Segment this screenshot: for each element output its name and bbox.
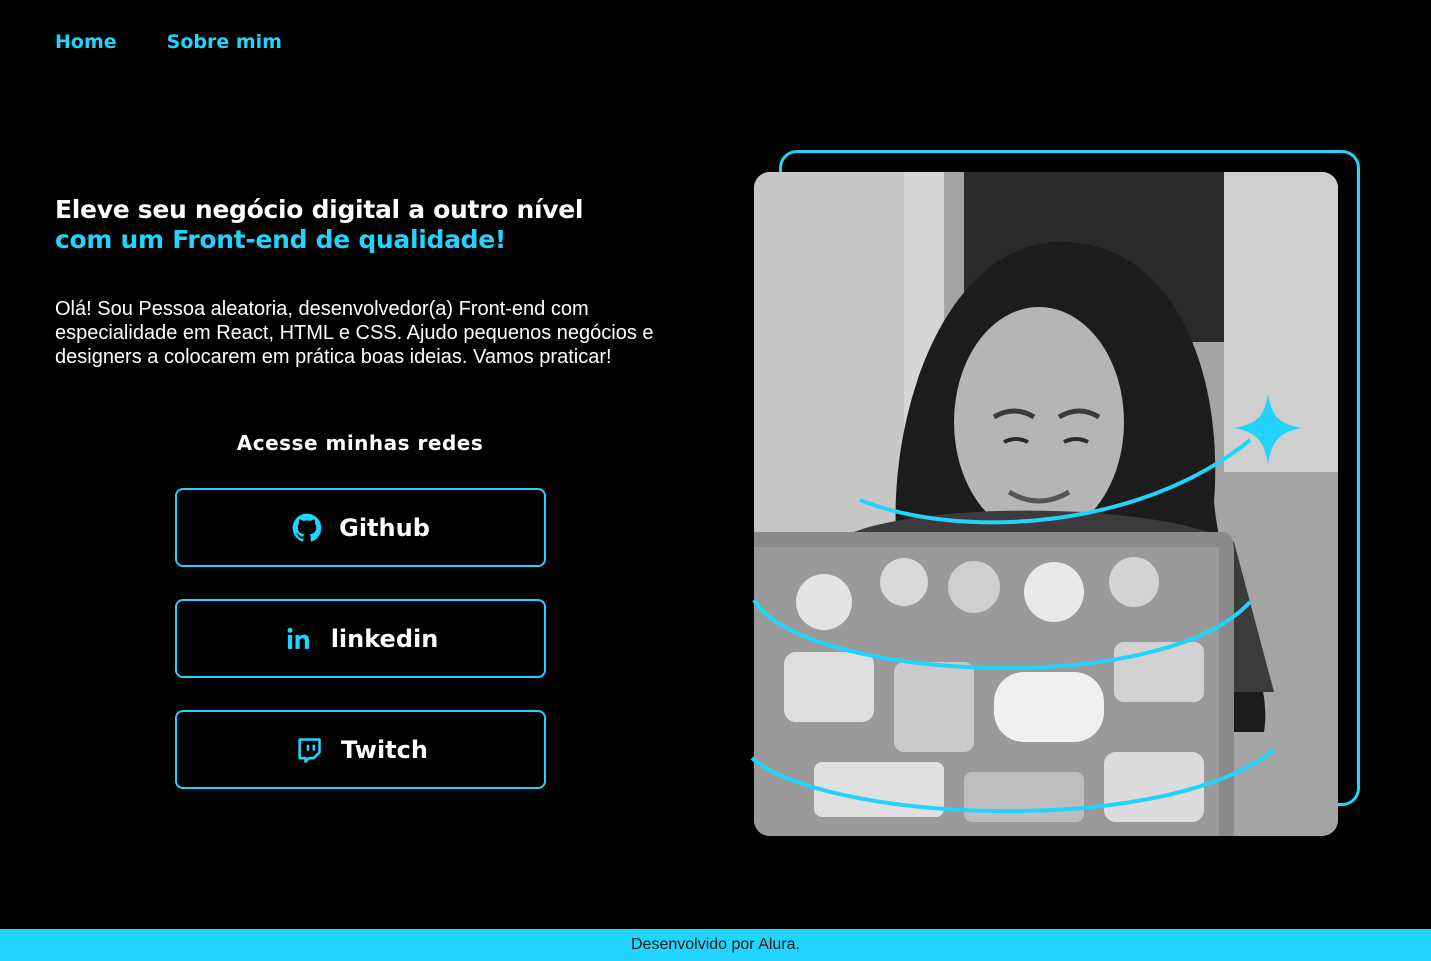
nav-link-home[interactable]: Home xyxy=(55,31,117,53)
twitch-button-label: Twitch xyxy=(341,735,428,764)
main-nav: Home Sobre mim xyxy=(55,31,282,53)
linkedin-button[interactable]: linkedin xyxy=(175,599,546,678)
social-title: Acesse minhas redes xyxy=(236,431,484,455)
hero-intro-text: Olá! Sou Pessoa aleatoria, desenvolvedor… xyxy=(55,298,654,368)
github-icon xyxy=(291,512,323,544)
page: Home Sobre mim Eleve seu negócio digital… xyxy=(0,0,1431,961)
hero-headline-line2: com um Front-end de qualidade! xyxy=(55,225,507,254)
github-button-label: Github xyxy=(339,513,430,542)
linkedin-button-label: linkedin xyxy=(330,624,439,653)
twitch-icon xyxy=(293,734,325,766)
nav-link-sobre-mim[interactable]: Sobre mim xyxy=(167,31,282,53)
footer-text: Desenvolvido por Alura. xyxy=(631,936,800,953)
hero-headline: Eleve seu negócio digital a outro nível … xyxy=(55,195,695,255)
twitch-button[interactable]: Twitch xyxy=(175,710,546,789)
linkedin-icon xyxy=(283,623,315,655)
hero-headline-line1: Eleve seu negócio digital a outro nível xyxy=(55,195,584,224)
profile-photo xyxy=(754,172,1338,836)
github-button[interactable]: Github xyxy=(175,488,546,567)
footer: Desenvolvido por Alura. xyxy=(0,929,1431,961)
